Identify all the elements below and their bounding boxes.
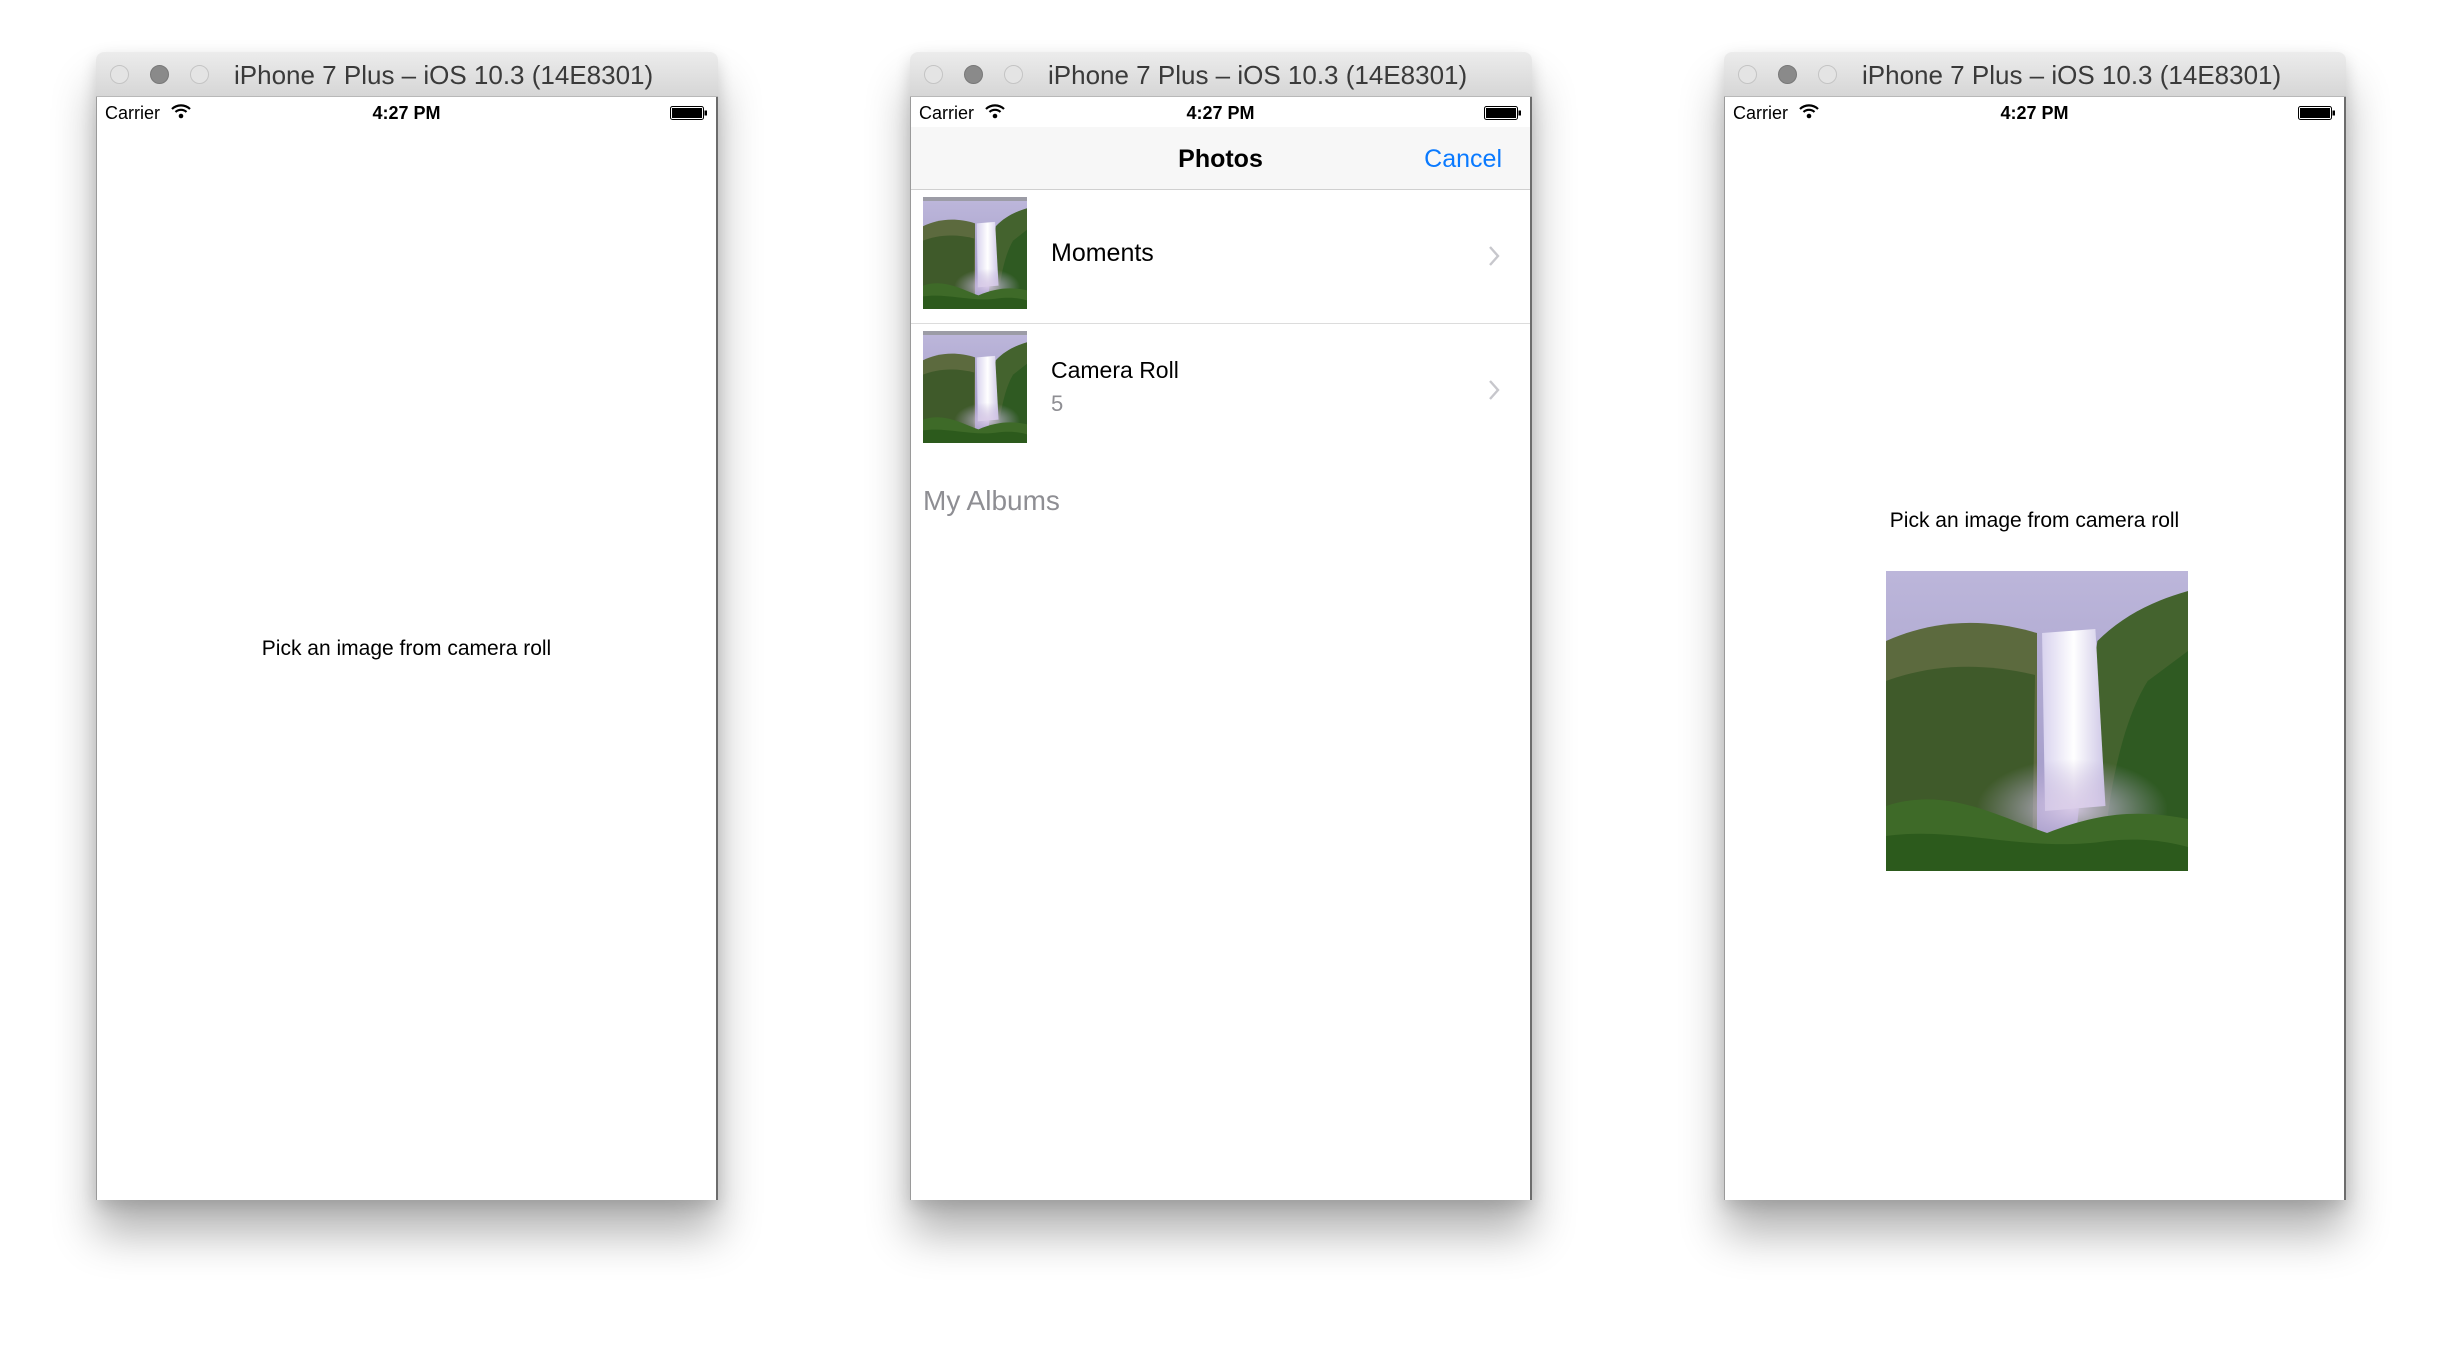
- album-row-camera-roll[interactable]: Camera Roll 5: [911, 325, 1530, 457]
- close-window-button[interactable]: [924, 65, 943, 84]
- pick-image-label: Pick an image from camera roll: [1889, 509, 2180, 532]
- album-thumbnail: [923, 197, 1027, 309]
- minimize-window-button[interactable]: [964, 65, 983, 84]
- simulator-window-1: iPhone 7 Plus – iOS 10.3 (14E8301) Carri…: [96, 52, 718, 1200]
- chevron-right-icon: [1488, 379, 1500, 406]
- album-thumbnail: [923, 331, 1027, 443]
- window-title: iPhone 7 Plus – iOS 10.3 (14E8301): [1048, 60, 1468, 90]
- close-window-button[interactable]: [110, 65, 129, 84]
- pick-image-label: Pick an image from camera roll: [261, 637, 552, 660]
- status-time: 4:27 PM: [1186, 103, 1255, 123]
- status-bar: Carrier 4:27 PM: [911, 97, 1530, 127]
- status-bar: Carrier 4:27 PM: [97, 97, 716, 127]
- album-name: Camera Roll: [1051, 357, 1179, 383]
- battery-icon: [670, 106, 708, 125]
- album-name: Moments: [1051, 239, 1154, 267]
- album-row-moments[interactable]: Moments: [911, 191, 1530, 324]
- simulator-window-3: iPhone 7 Plus – iOS 10.3 (14E8301) Carri…: [1724, 52, 2346, 1200]
- minimize-window-button[interactable]: [150, 65, 169, 84]
- status-time: 4:27 PM: [2000, 103, 2069, 123]
- window-titlebar[interactable]: iPhone 7 Plus – iOS 10.3 (14E8301): [910, 52, 1532, 97]
- navigation-bar: Photos Cancel: [911, 127, 1530, 190]
- battery-icon: [2298, 106, 2336, 125]
- device-screen: Carrier 4:27 PM Photos Cancel Moments Ca…: [910, 97, 1532, 1200]
- status-time: 4:27 PM: [372, 103, 441, 123]
- device-screen: Carrier 4:27 PM Pick an image from camer…: [96, 97, 718, 1200]
- device-screen: Carrier 4:27 PM Pick an image from camer…: [1724, 97, 2346, 1200]
- album-count: 5: [1051, 391, 1064, 416]
- cancel-button[interactable]: Cancel: [1424, 145, 1502, 174]
- window-titlebar[interactable]: iPhone 7 Plus – iOS 10.3 (14E8301): [96, 52, 718, 97]
- status-bar: Carrier 4:27 PM: [1725, 97, 2344, 127]
- picked-image: [1886, 571, 2188, 871]
- chevron-right-icon: [1488, 245, 1500, 272]
- window-title: iPhone 7 Plus – iOS 10.3 (14E8301): [234, 60, 654, 90]
- zoom-window-button[interactable]: [1818, 65, 1837, 84]
- minimize-window-button[interactable]: [1778, 65, 1797, 84]
- window-titlebar[interactable]: iPhone 7 Plus – iOS 10.3 (14E8301): [1724, 52, 2346, 97]
- window-title: iPhone 7 Plus – iOS 10.3 (14E8301): [1862, 60, 2282, 90]
- close-window-button[interactable]: [1738, 65, 1757, 84]
- zoom-window-button[interactable]: [1004, 65, 1023, 84]
- simulator-window-2: iPhone 7 Plus – iOS 10.3 (14E8301) Carri…: [910, 52, 1532, 1200]
- battery-icon: [1484, 106, 1522, 125]
- my-albums-header: My Albums: [923, 485, 1060, 516]
- zoom-window-button[interactable]: [190, 65, 209, 84]
